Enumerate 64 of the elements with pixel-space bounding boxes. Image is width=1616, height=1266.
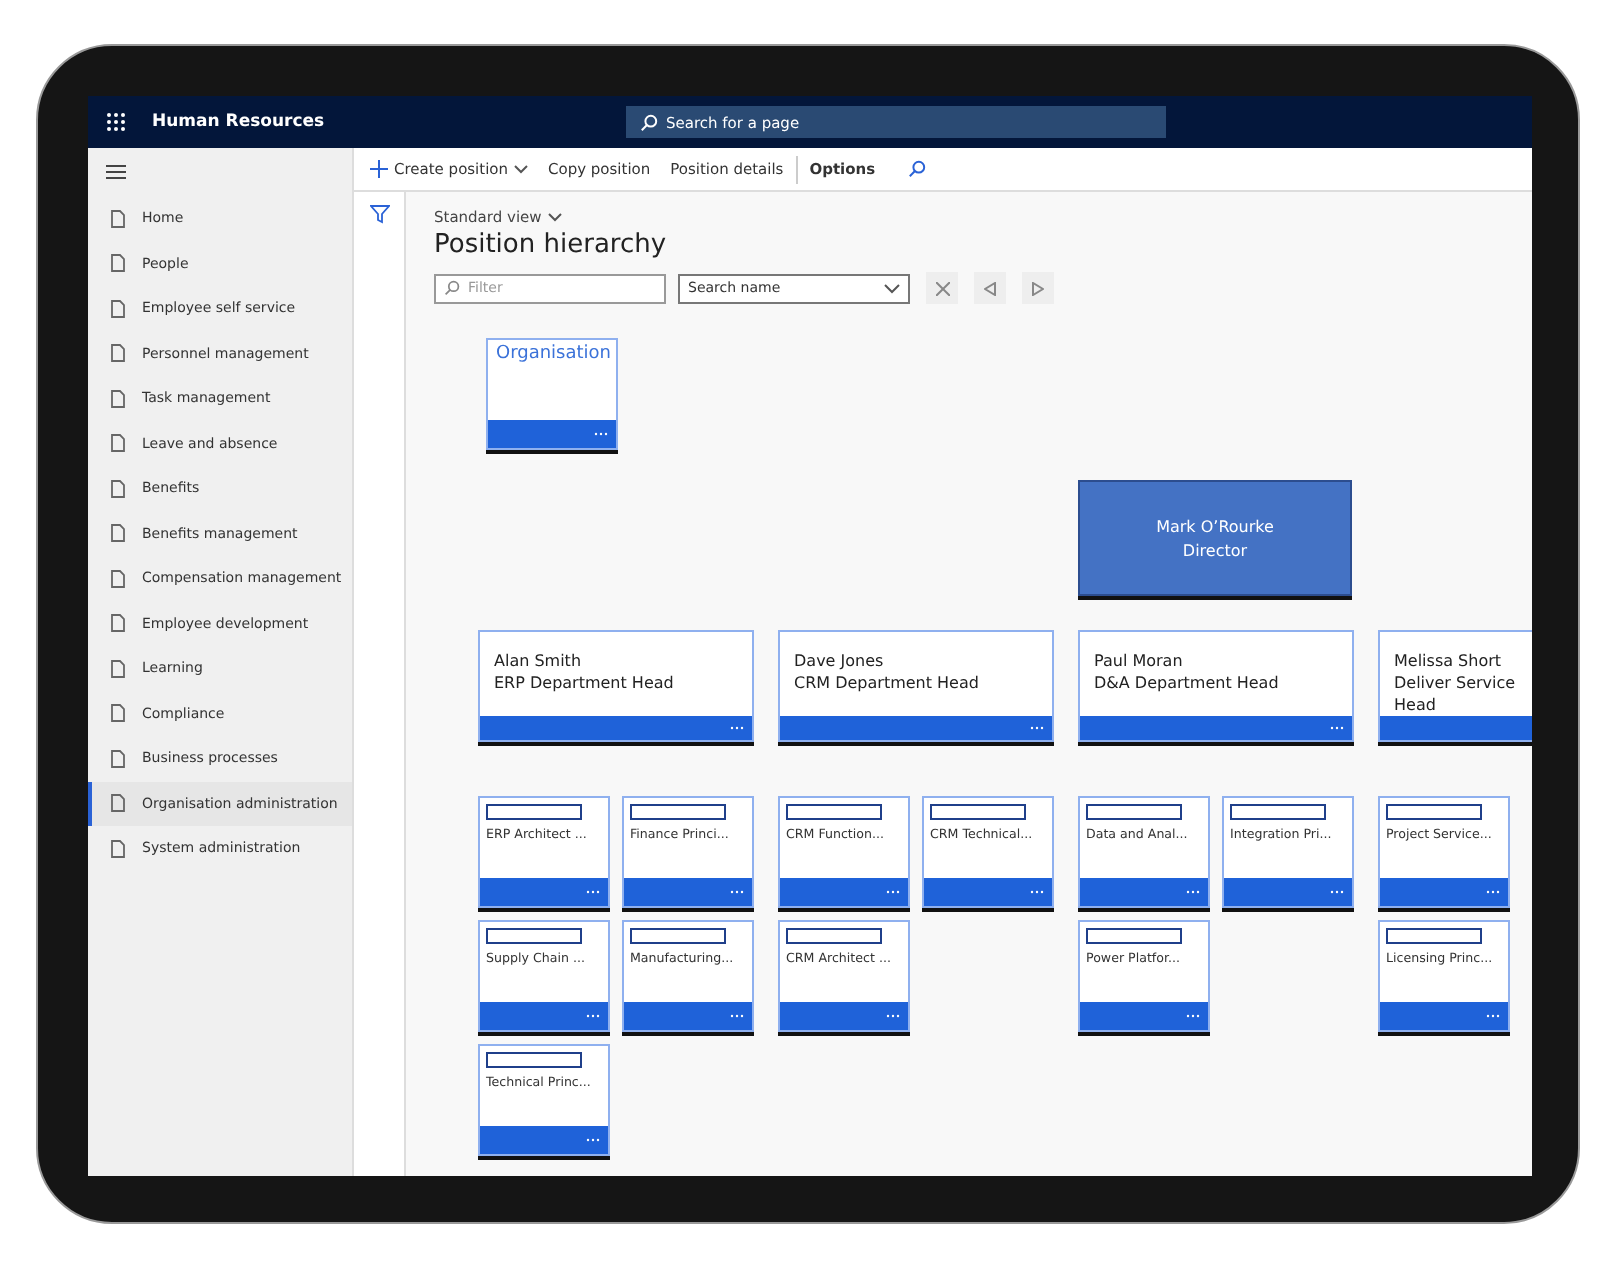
department-head-card[interactable]: Paul Moran D&A Department Head <box>1078 630 1354 742</box>
redacted-name-box <box>486 928 582 944</box>
plus-icon <box>370 160 388 178</box>
redacted-name-box <box>1086 804 1182 820</box>
person-name: Mark O’Rourke <box>1154 517 1276 535</box>
search-icon[interactable] <box>907 160 926 178</box>
page-icon <box>110 524 126 543</box>
card-text-line: ERP Department Head <box>494 672 676 694</box>
search-icon <box>444 280 460 296</box>
department-head-card[interactable]: Alan Smith ERP Department Head <box>478 630 754 742</box>
redacted-name-box <box>1230 804 1326 820</box>
chevron-down-icon <box>514 164 529 174</box>
page-icon <box>110 704 126 723</box>
director-card[interactable]: Mark O’Rourke Director <box>1078 480 1352 596</box>
redacted-name-box <box>486 804 582 820</box>
previous-button[interactable] <box>974 272 1006 304</box>
position-title: Director <box>1180 541 1250 559</box>
filter-icon[interactable] <box>369 204 389 224</box>
page-icon <box>110 479 126 498</box>
redacted-name-box <box>786 804 882 820</box>
page-icon <box>110 614 126 633</box>
chevron-down-icon <box>547 212 562 222</box>
page-icon <box>110 209 126 228</box>
page-icon <box>110 344 126 363</box>
clear-button[interactable] <box>926 272 958 304</box>
card-text-line: Dave Jones <box>794 650 886 672</box>
card-text-line: CRM Department Head <box>794 672 981 694</box>
card-text-line: Paul Moran <box>1094 650 1185 672</box>
redacted-name-box <box>486 1052 582 1068</box>
page-icon <box>110 569 126 588</box>
chevron-down-icon <box>884 283 900 293</box>
card-text-line: Head <box>1394 694 1438 716</box>
page-icon <box>110 659 126 678</box>
card-text-line: Deliver Service <box>1394 672 1518 694</box>
card-text-line: Melissa Short <box>1394 650 1504 672</box>
department-head-card[interactable]: Melissa Short Deliver Service Head <box>1378 630 1532 742</box>
redacted-name-box <box>930 804 1026 820</box>
card-title: Organisation <box>494 342 614 368</box>
redacted-name-box <box>630 928 726 944</box>
app-title: Human Resources <box>152 112 327 132</box>
app-launcher-icon[interactable] <box>106 112 126 132</box>
department-head-card[interactable]: Dave Jones CRM Department Head <box>778 630 1054 742</box>
search-icon <box>640 113 658 131</box>
triangle-right-icon <box>1032 281 1044 295</box>
redacted-name-box <box>1386 928 1482 944</box>
redacted-name-box <box>786 928 882 944</box>
organisation-card[interactable]: Organisation <box>486 338 618 450</box>
triangle-left-icon <box>984 281 996 295</box>
page-icon <box>110 434 126 453</box>
redacted-name-box <box>630 804 726 820</box>
card-text-line: Alan Smith <box>494 650 584 672</box>
page-icon <box>110 389 126 408</box>
page-title: Position hierarchy <box>434 230 669 260</box>
redacted-name-box <box>1086 928 1182 944</box>
redacted-name-box <box>1386 804 1482 820</box>
close-icon <box>935 281 949 295</box>
page-icon <box>110 839 126 858</box>
page-icon <box>110 299 126 318</box>
next-button[interactable] <box>1022 272 1054 304</box>
page-icon <box>110 254 126 273</box>
menu-icon[interactable] <box>106 164 126 180</box>
card-text-line: D&A Department Head <box>1094 672 1281 694</box>
page-icon <box>110 794 126 813</box>
page-icon <box>110 749 126 768</box>
